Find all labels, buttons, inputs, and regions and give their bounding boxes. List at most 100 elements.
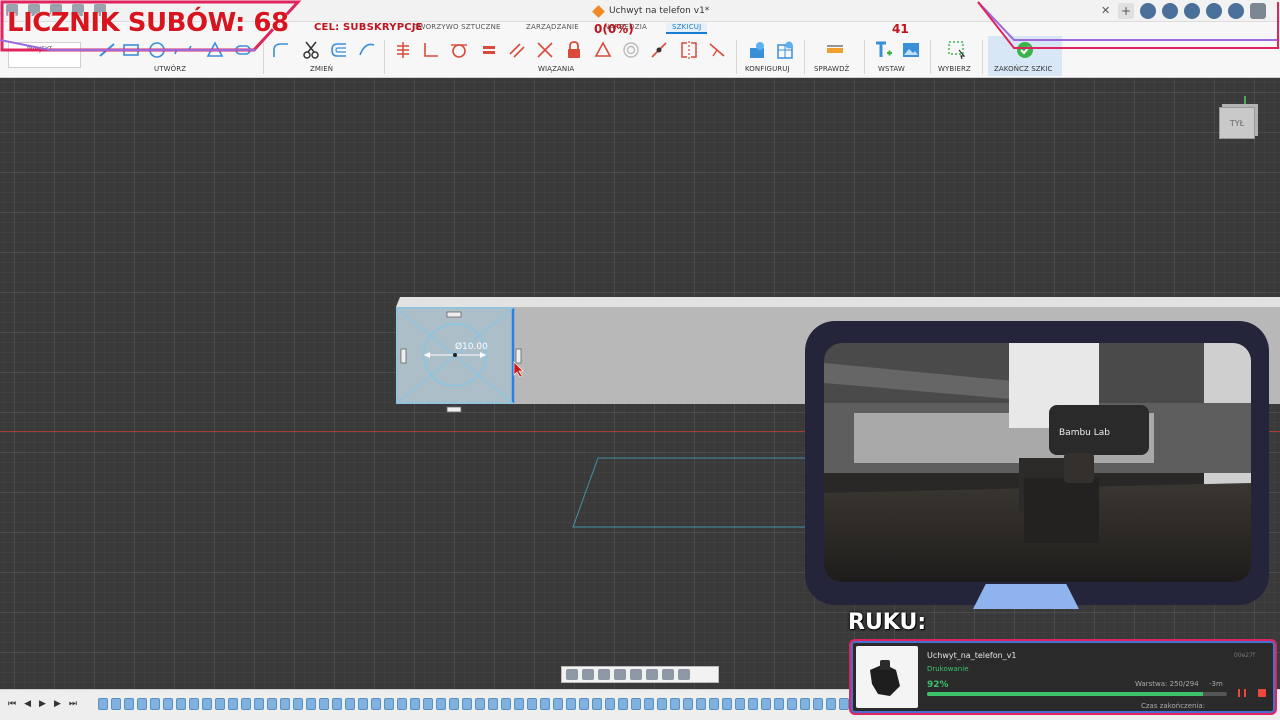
print-file-name: Uchwyt_na_telefon_v1 bbox=[927, 651, 1017, 660]
create-group-label[interactable]: UTWÓRZ bbox=[154, 65, 186, 73]
subscription-goal-progress: 0(0%) bbox=[594, 22, 634, 36]
timeline-feature-icon[interactable] bbox=[176, 698, 186, 710]
timeline-feature-icon[interactable] bbox=[137, 698, 147, 710]
skip-end-icon[interactable]: ⏭ bbox=[69, 699, 77, 709]
timeline-feature-icon[interactable] bbox=[241, 698, 251, 710]
timeline-feature-icon[interactable] bbox=[98, 698, 108, 710]
timeline-feature-icon[interactable] bbox=[774, 698, 784, 710]
timeline-feature-icon[interactable] bbox=[397, 698, 407, 710]
camera-stand bbox=[973, 584, 1079, 609]
modify-group-label[interactable]: ZMIEŃ bbox=[310, 65, 333, 73]
insert-group-label[interactable]: WSTAW bbox=[878, 65, 905, 73]
timeline-controls: ⏮ ◀ ▶ ▶ ⏭ bbox=[8, 699, 77, 709]
viewports-icon[interactable] bbox=[678, 669, 690, 680]
timeline-feature-icon[interactable] bbox=[293, 698, 303, 710]
orbit-icon[interactable] bbox=[566, 669, 578, 680]
timeline-feature-icon[interactable] bbox=[462, 698, 472, 710]
zoom-icon[interactable] bbox=[614, 669, 626, 680]
timeline-feature-icon[interactable] bbox=[605, 698, 615, 710]
sketch-plane-outline bbox=[572, 457, 841, 528]
look-at-icon[interactable] bbox=[582, 669, 594, 680]
printer-camera-image: Bambu Lab bbox=[824, 343, 1251, 582]
print-layer: Warstwa: 250/294 bbox=[1135, 680, 1199, 688]
select-group-label[interactable]: WYBIERZ bbox=[938, 65, 971, 73]
timeline-feature-icon[interactable] bbox=[553, 698, 563, 710]
timeline-feature-icon[interactable] bbox=[111, 698, 121, 710]
timeline-feature-icon[interactable] bbox=[618, 698, 628, 710]
play-icon[interactable]: ▶ bbox=[39, 699, 46, 709]
timeline-feature-icon[interactable] bbox=[787, 698, 797, 710]
timeline-feature-icon[interactable] bbox=[202, 698, 212, 710]
constraints-group-label[interactable]: WIĄZANIA bbox=[538, 65, 574, 73]
timeline-feature-icon[interactable] bbox=[566, 698, 576, 710]
timeline-feature-icon[interactable] bbox=[722, 698, 732, 710]
timeline-feature-icon[interactable] bbox=[540, 698, 550, 710]
timeline-feature-icon[interactable] bbox=[839, 698, 849, 710]
subscription-goal-number: 41 bbox=[892, 22, 909, 36]
timeline-feature-icon[interactable] bbox=[163, 698, 173, 710]
timeline-feature-icon[interactable] bbox=[826, 698, 836, 710]
timeline-feature-icon[interactable] bbox=[410, 698, 420, 710]
timeline-feature-icon[interactable] bbox=[579, 698, 589, 710]
timeline-feature-icon[interactable] bbox=[449, 698, 459, 710]
print-progress-bar bbox=[927, 692, 1227, 696]
timeline-feature-icon[interactable] bbox=[800, 698, 810, 710]
timeline-feature-icon[interactable] bbox=[150, 698, 160, 710]
timeline-feature-icon[interactable] bbox=[436, 698, 446, 710]
camera-brand-text: Bambu Lab bbox=[1059, 428, 1110, 438]
timeline-feature-icon[interactable] bbox=[514, 698, 524, 710]
timeline-feature-icon[interactable] bbox=[657, 698, 667, 710]
timeline-feature-icon[interactable] bbox=[358, 698, 368, 710]
navigation-bar bbox=[561, 666, 719, 683]
bar-top-face bbox=[396, 297, 1280, 307]
timeline-feature-icon[interactable] bbox=[735, 698, 745, 710]
timeline-feature-icon[interactable] bbox=[332, 698, 342, 710]
timeline-feature-icon[interactable] bbox=[501, 698, 511, 710]
phone-holder-thumbnail-icon bbox=[870, 660, 900, 696]
timeline-feature-icon[interactable] bbox=[124, 698, 134, 710]
configure-group-label[interactable]: KONFIGURUJ bbox=[745, 65, 790, 73]
timeline-feature-icon[interactable] bbox=[254, 698, 264, 710]
zoom-window-icon[interactable] bbox=[630, 669, 642, 680]
grid-settings-icon[interactable] bbox=[662, 669, 674, 680]
timeline-feature-icon[interactable] bbox=[345, 698, 355, 710]
viewcube[interactable]: TYŁ bbox=[1219, 107, 1255, 139]
ruku-label: RUKU: bbox=[848, 610, 927, 635]
vertical-constraint-glyph bbox=[515, 348, 522, 364]
display-settings-icon[interactable] bbox=[646, 669, 658, 680]
timeline-feature-icon[interactable] bbox=[267, 698, 277, 710]
timeline-feature-icon[interactable] bbox=[488, 698, 498, 710]
timeline-feature-icon[interactable] bbox=[280, 698, 290, 710]
pause-icon[interactable] bbox=[1238, 689, 1246, 697]
timeline-feature-icon[interactable] bbox=[423, 698, 433, 710]
pan-icon[interactable] bbox=[598, 669, 610, 680]
timeline-feature-icon[interactable] bbox=[670, 698, 680, 710]
step-forward-icon[interactable]: ▶ bbox=[54, 699, 61, 709]
timeline-feature-icon[interactable] bbox=[371, 698, 381, 710]
timeline-feature-icon[interactable] bbox=[189, 698, 199, 710]
horizontal-constraint-glyph bbox=[446, 406, 462, 413]
timeline-feature-icon[interactable] bbox=[631, 698, 641, 710]
finish-sketch-label[interactable]: ZAKOŃCZ SZKIC bbox=[994, 65, 1053, 73]
timeline-feature-icon[interactable] bbox=[696, 698, 706, 710]
timeline-feature-icon[interactable] bbox=[644, 698, 654, 710]
print-thumbnail bbox=[856, 646, 918, 708]
timeline-feature-icon[interactable] bbox=[813, 698, 823, 710]
timeline-feature-icon[interactable] bbox=[748, 698, 758, 710]
rewind-start-icon[interactable]: ⏮ bbox=[8, 699, 16, 709]
timeline-feature-icon[interactable] bbox=[592, 698, 602, 710]
stop-icon[interactable] bbox=[1258, 689, 1266, 697]
timeline-feature-icon[interactable] bbox=[475, 698, 485, 710]
inspect-group-label[interactable]: SPRAWDŹ bbox=[814, 65, 849, 73]
timeline-feature-icon[interactable] bbox=[384, 698, 394, 710]
timeline-feature-icon[interactable] bbox=[228, 698, 238, 710]
timeline-feature-icon[interactable] bbox=[709, 698, 719, 710]
step-back-icon[interactable]: ◀ bbox=[24, 699, 31, 709]
timeline-feature-icon[interactable] bbox=[319, 698, 329, 710]
timeline-feature-icon[interactable] bbox=[527, 698, 537, 710]
timeline-feature-icon[interactable] bbox=[306, 698, 316, 710]
timeline-feature-icon[interactable] bbox=[215, 698, 225, 710]
timeline-feature-icon[interactable] bbox=[683, 698, 693, 710]
timeline-feature-icon[interactable] bbox=[761, 698, 771, 710]
diameter-dimension-label[interactable]: Ø10.00 bbox=[455, 342, 488, 352]
